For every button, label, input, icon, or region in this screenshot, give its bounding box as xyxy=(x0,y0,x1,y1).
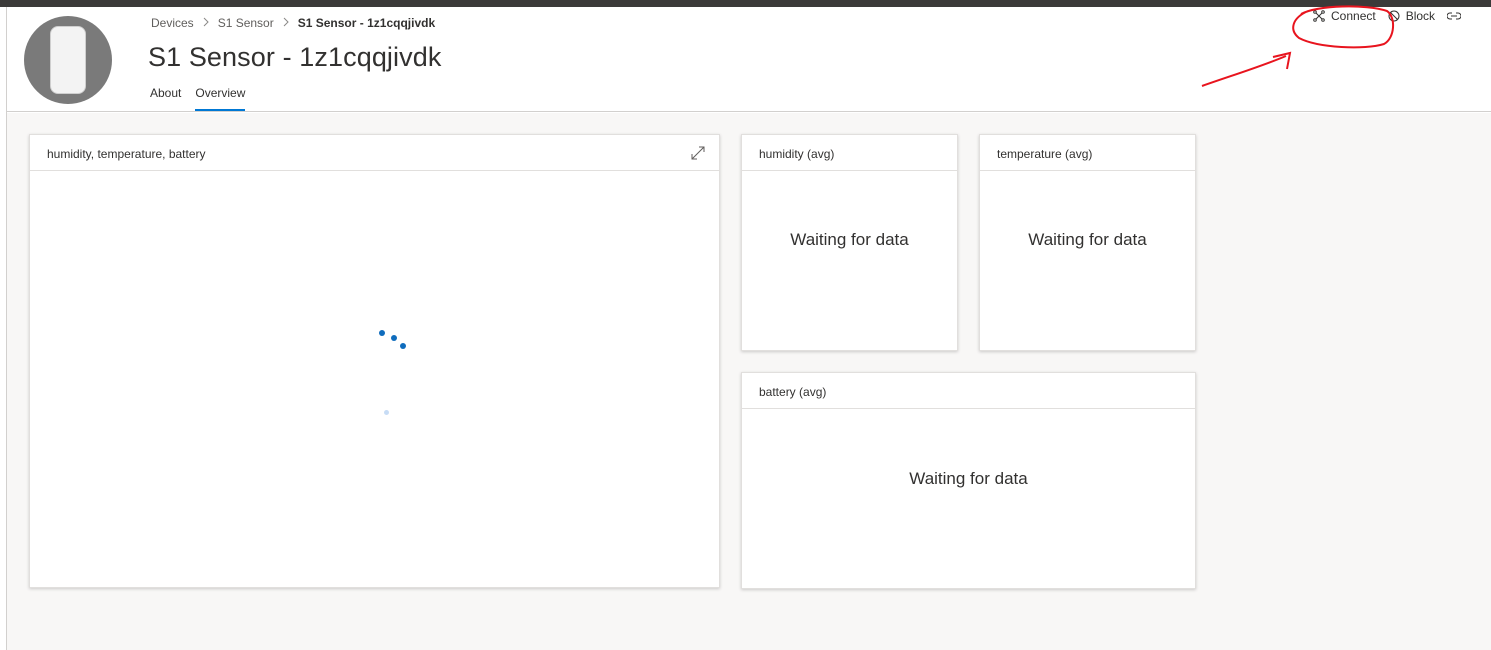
command-bar: Connect Block xyxy=(1313,9,1479,23)
tile-header: battery (avg) xyxy=(742,373,1195,409)
page-title: S1 Sensor - 1z1cqqjivdk xyxy=(148,42,442,72)
device-image xyxy=(24,16,112,104)
expand-icon[interactable] xyxy=(691,146,705,163)
tile-body: Waiting for data xyxy=(980,171,1195,350)
dashboard-canvas: humidity, temperature, battery humidity … xyxy=(7,113,1491,650)
tile-title: humidity (avg) xyxy=(759,147,835,161)
top-bar xyxy=(0,0,1491,7)
tile-title: humidity, temperature, battery xyxy=(47,147,206,161)
tile-battery: battery (avg) Waiting for data xyxy=(741,372,1196,589)
breadcrumb-devices[interactable]: Devices xyxy=(151,16,194,30)
more-action-button[interactable] xyxy=(1447,10,1467,22)
spinner-dot xyxy=(391,335,397,341)
tile-humidity-temperature-battery: humidity, temperature, battery xyxy=(29,134,720,588)
spinner-dot xyxy=(384,410,389,415)
block-button[interactable]: Block xyxy=(1388,9,1435,23)
device-image-sensor xyxy=(50,26,86,94)
spinner-dot xyxy=(379,330,385,336)
tile-humidity: humidity (avg) Waiting for data xyxy=(741,134,958,351)
tile-body: Waiting for data xyxy=(742,409,1195,588)
spinner-dot xyxy=(400,343,406,349)
breadcrumb-chevron-icon xyxy=(203,16,209,30)
tab-about[interactable]: About xyxy=(150,85,181,111)
tab-bar: About Overview xyxy=(150,85,259,112)
waiting-message: Waiting for data xyxy=(909,469,1028,488)
breadcrumb-current: S1 Sensor - 1z1cqqjivdk xyxy=(297,16,436,30)
tile-title: temperature (avg) xyxy=(997,147,1093,161)
device-header: Devices S1 Sensor S1 Sensor - 1z1cqqjivd… xyxy=(7,7,1491,112)
loading-spinner xyxy=(30,171,719,587)
waiting-message: Waiting for data xyxy=(790,230,909,249)
tile-header: temperature (avg) xyxy=(980,135,1195,171)
more-action-icon xyxy=(1447,12,1462,20)
tile-header: humidity (avg) xyxy=(742,135,957,171)
block-label: Block xyxy=(1405,9,1436,23)
connect-button[interactable]: Connect xyxy=(1313,9,1376,23)
breadcrumb: Devices S1 Sensor S1 Sensor - 1z1cqqjivd… xyxy=(151,16,435,30)
waiting-message: Waiting for data xyxy=(1028,230,1147,249)
tile-body: Waiting for data xyxy=(742,171,957,350)
breadcrumb-chevron-icon xyxy=(283,16,289,30)
breadcrumb-s1-sensor[interactable]: S1 Sensor xyxy=(218,16,274,30)
tab-overview[interactable]: Overview xyxy=(195,85,246,111)
connect-label: Connect xyxy=(1331,9,1376,23)
tile-temperature: temperature (avg) Waiting for data xyxy=(979,134,1196,351)
tile-title: battery (avg) xyxy=(759,385,827,399)
block-icon xyxy=(1388,10,1400,22)
connect-icon xyxy=(1313,10,1325,22)
tile-header: humidity, temperature, battery xyxy=(30,135,719,171)
